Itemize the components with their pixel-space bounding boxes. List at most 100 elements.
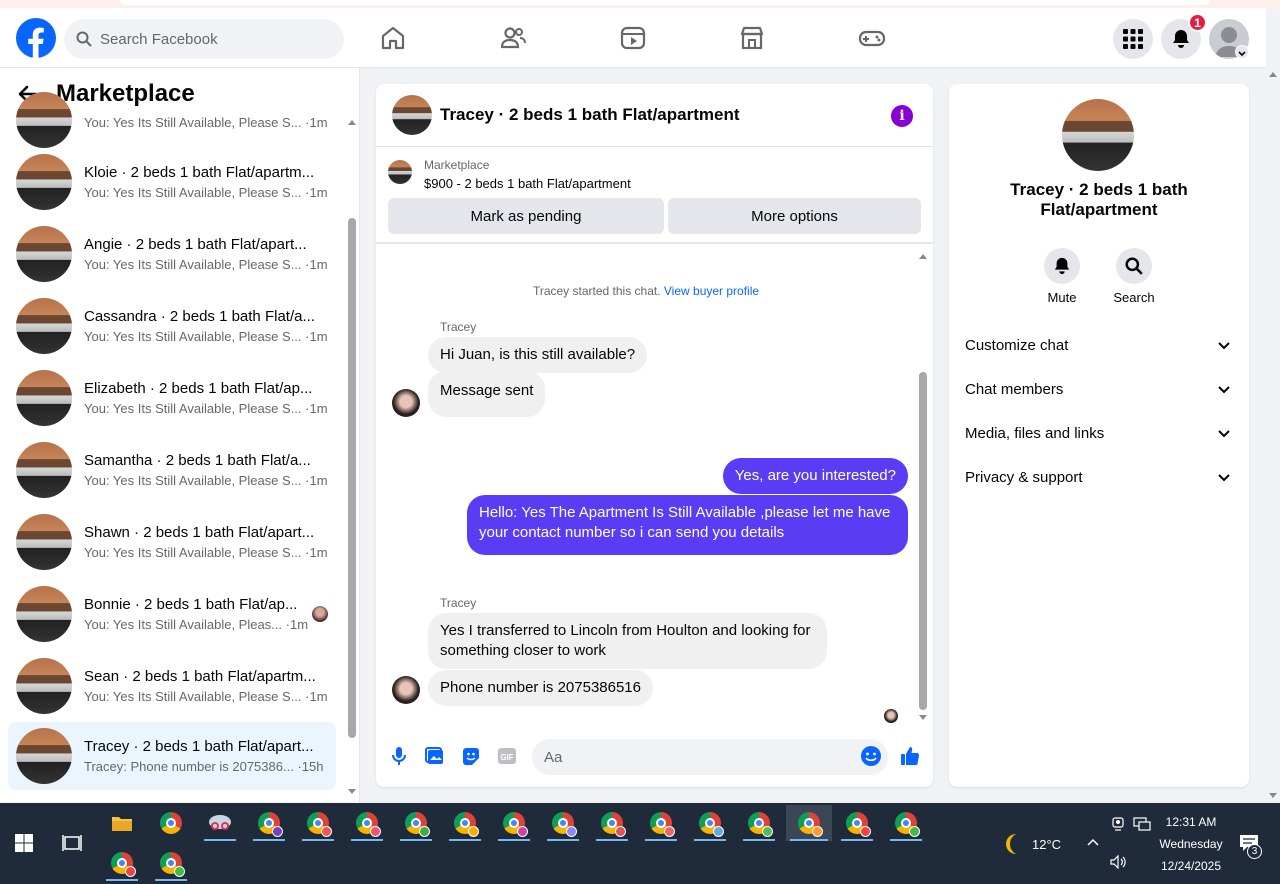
chrome-profile-taskbar-item[interactable] <box>445 805 485 841</box>
friends-icon[interactable] <box>499 24 527 52</box>
chrome-profile-taskbar-item[interactable] <box>249 805 289 841</box>
thumbs-up-icon[interactable] <box>899 745 921 767</box>
chrome-profile-taskbar-item[interactable] <box>494 805 534 841</box>
message-input[interactable] <box>532 739 888 775</box>
chrome-profile-taskbar-item[interactable] <box>739 805 779 841</box>
chrome-profile-taskbar-item[interactable] <box>102 845 142 881</box>
chat-title[interactable]: Tracey · 2 beds 1 bath Flat/apartment <box>440 105 739 125</box>
chat-listing-thumbnail[interactable] <box>392 95 432 135</box>
gaming-icon[interactable] <box>858 24 886 52</box>
media-files-links-row[interactable]: Media, files and links <box>957 411 1241 455</box>
clock-time[interactable]: 12:31 AM <box>1156 815 1226 829</box>
meet-now-icon[interactable] <box>1110 816 1126 832</box>
search-action[interactable]: Search <box>1104 248 1164 305</box>
incoming-message[interactable]: Yes I transferred to Lincoln from Houlto… <box>428 613 827 669</box>
clock-day[interactable]: Wednesday <box>1152 837 1230 851</box>
chrome-profile-taskbar-item[interactable] <box>837 805 877 841</box>
search-input[interactable] <box>100 30 320 48</box>
sender-name: Tracey <box>440 596 477 610</box>
conversation-row[interactable]: Angie · 2 beds 1 bath Flat/apart... You: … <box>8 220 336 288</box>
chrome-profile-taskbar-item-active[interactable] <box>786 805 832 841</box>
file-explorer-taskbar-item[interactable] <box>102 805 142 841</box>
incoming-message[interactable]: Message sent <box>428 371 546 417</box>
chat-members-row[interactable]: Chat members <box>957 367 1241 411</box>
sender-avatar[interactable] <box>392 676 420 704</box>
task-view-icon[interactable] <box>62 834 82 852</box>
chrome-profile-taskbar-item[interactable] <box>347 805 387 841</box>
account-chevron-icon[interactable] <box>1235 45 1249 59</box>
conversation-row[interactable]: Samantha · 2 beds 1 bath Flat/a... You: Y… <box>8 436 336 504</box>
chrome-profile-taskbar-item[interactable] <box>151 845 191 881</box>
chrome-profile-taskbar-item[interactable] <box>592 805 632 841</box>
conversation-row-active[interactable]: Tracey · 2 beds 1 bath Flat/apart... Trac… <box>8 722 336 790</box>
incoming-message[interactable]: Phone number is 2075386516 <box>428 670 653 706</box>
video-icon[interactable] <box>619 24 647 52</box>
scroll-down-arrow-icon[interactable] <box>1269 793 1277 798</box>
marketplace-icon[interactable] <box>738 24 766 52</box>
conversation-row[interactable]: Sean · 2 beds 1 bath Flat/apartm... You: … <box>8 652 336 720</box>
profile-badge <box>664 826 675 837</box>
weather-moon-icon[interactable] <box>1001 832 1025 856</box>
menu-grid-button[interactable] <box>1113 19 1153 59</box>
listing-thumbnail <box>16 442 72 498</box>
conversation-row[interactable]: Kloie · 2 beds 1 bath Flat/apartm... You:… <box>8 148 336 216</box>
scroll-thumb[interactable] <box>919 372 927 710</box>
listing-small-thumbnail[interactable] <box>388 160 412 184</box>
microphone-icon[interactable] <box>388 745 410 767</box>
chrome-icon <box>699 812 724 837</box>
view-buyer-profile-link[interactable]: View buyer profile <box>664 284 759 298</box>
page-scrollbar[interactable] <box>1266 68 1280 802</box>
incoming-message[interactable]: Hi Juan, is this still available? <box>428 337 648 373</box>
windows-start-icon[interactable] <box>15 834 33 852</box>
chrome-profile-taskbar-item[interactable] <box>543 805 583 841</box>
profile-badge <box>468 826 479 837</box>
chrome-taskbar-item[interactable] <box>151 805 191 841</box>
conversation-row[interactable]: Elizabeth · 2 beds 1 bath Flat/ap... You:… <box>8 364 336 432</box>
notifications-button[interactable]: 1 <box>1161 13 1207 59</box>
customize-chat-row[interactable]: Customize chat <box>957 323 1241 367</box>
emoji-icon[interactable] <box>860 745 882 767</box>
more-options-button[interactable]: More options <box>668 198 921 234</box>
chrome-profile-taskbar-item[interactable] <box>396 805 436 841</box>
sticker-icon[interactable] <box>460 745 482 767</box>
conversation-row[interactable]: You: Yes Its Still Available, Please S..… <box>8 86 336 154</box>
sender-avatar[interactable] <box>392 389 420 417</box>
scroll-thumb[interactable] <box>348 218 356 738</box>
photo-icon[interactable] <box>424 745 446 767</box>
network-icon[interactable] <box>1133 816 1151 832</box>
gif-icon[interactable]: GIF <box>496 745 518 767</box>
conversation-row[interactable]: Bonnie · 2 beds 1 bath Flat/ap... You: Ye… <box>8 580 336 648</box>
chat-scrollbar[interactable] <box>918 250 928 724</box>
outgoing-message[interactable]: Yes, are you interested? <box>722 458 908 494</box>
scroll-down-arrow-icon[interactable] <box>348 789 356 794</box>
chrome-profile-taskbar-item[interactable] <box>886 805 926 841</box>
info-icon[interactable]: i <box>891 105 913 127</box>
home-icon[interactable] <box>379 24 407 52</box>
privacy-support-row[interactable]: Privacy & support <box>957 455 1241 499</box>
listing-avatar[interactable] <box>1062 99 1134 171</box>
clock-date[interactable]: 12/24/2025 <box>1152 859 1230 873</box>
chrome-profile-taskbar-item[interactable] <box>298 805 338 841</box>
listing-thumbnail <box>16 586 72 642</box>
mute-action[interactable]: Mute <box>1032 248 1092 305</box>
conversation-row[interactable]: Cassandra · 2 beds 1 bath Flat/a... You: … <box>8 292 336 360</box>
search-bar[interactable] <box>64 19 344 59</box>
tray-overflow-chevron-icon[interactable] <box>1086 837 1100 847</box>
volume-icon[interactable] <box>1110 855 1128 869</box>
conversation-row[interactable]: Shawn · 2 beds 1 bath Flat/apart... You: … <box>8 508 336 576</box>
outgoing-message[interactable]: Hello: Yes The Apartment Is Still Availa… <box>467 495 908 555</box>
chrome-profile-taskbar-item[interactable] <box>690 805 730 841</box>
facebook-logo-icon[interactable] <box>16 18 56 58</box>
chrome-profile-taskbar-item[interactable] <box>641 805 681 841</box>
conversation-list-scrollbar[interactable] <box>347 116 357 798</box>
mark-as-pending-button[interactable]: Mark as pending <box>388 198 664 234</box>
scroll-up-arrow-icon[interactable] <box>348 120 356 125</box>
weather-temperature[interactable]: 12°C <box>1032 837 1061 852</box>
listing-price[interactable]: $900 - 2 beds 1 bath Flat/apartment <box>424 176 631 191</box>
scroll-up-arrow-icon[interactable] <box>919 254 927 259</box>
profile-badge <box>812 826 823 837</box>
scroll-up-arrow-icon[interactable] <box>1269 72 1277 77</box>
scroll-down-arrow-icon[interactable] <box>919 715 927 720</box>
listing-bar: Marketplace $900 - 2 beds 1 bath Flat/ap… <box>376 148 933 244</box>
snipping-tool-taskbar-item[interactable] <box>200 805 240 841</box>
